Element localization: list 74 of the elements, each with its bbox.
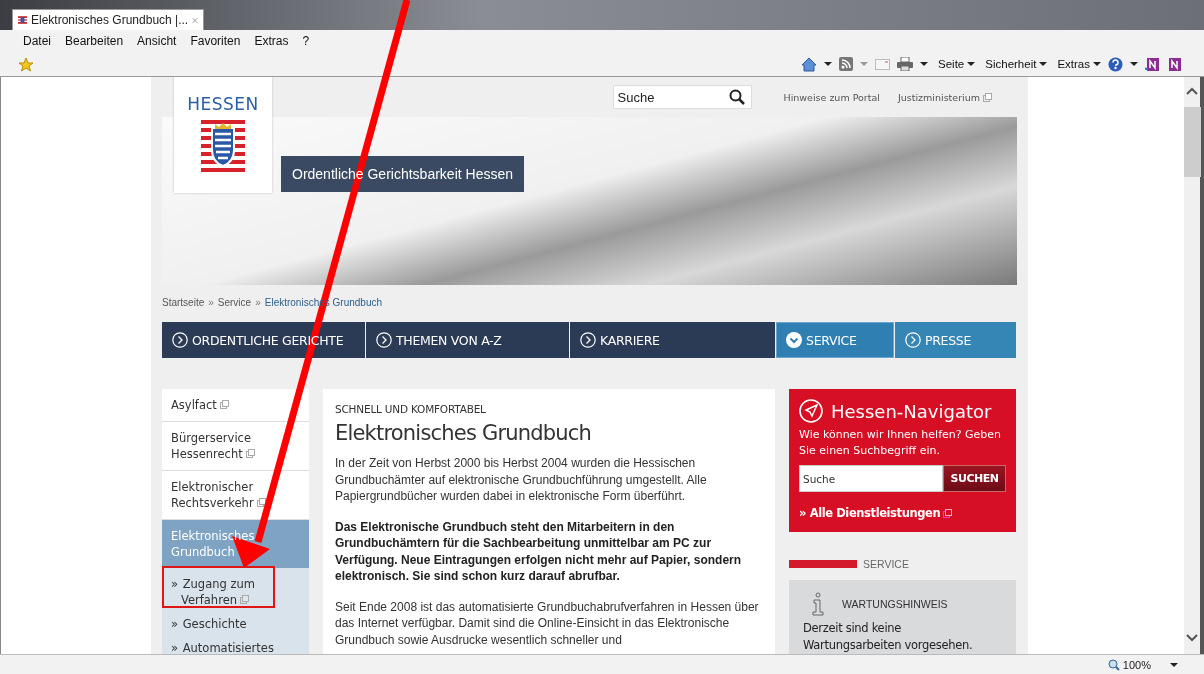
nav-tab[interactable]: PRESSE (895, 322, 1016, 358)
zoom-level[interactable]: 100% (1122, 658, 1151, 671)
navigator-title: Hessen-Navigator (831, 400, 992, 422)
external-link-icon (240, 595, 249, 604)
favorites-star-icon[interactable] (18, 56, 34, 72)
submenu-item[interactable]: » Geschichte (162, 612, 309, 636)
breadcrumb-separator: » (255, 297, 261, 310)
caret-icon[interactable] (1170, 662, 1178, 667)
services-link[interactable]: » Alle Dienstleistungen (799, 506, 941, 520)
menu-item[interactable]: ? (302, 34, 310, 48)
caret-icon[interactable] (920, 62, 929, 66)
info-icon (811, 592, 825, 616)
submenu-item[interactable]: » Zugang zum Verfahren (162, 572, 309, 612)
chevron-right-icon (172, 332, 188, 348)
notice-text: Derzeit sind keine Wartungsarbeiten vorgesehen. (803, 620, 974, 654)
notice-title: WARTUNGSHINWEIS (842, 598, 948, 610)
header-link[interactable]: Justizministerium (897, 91, 992, 103)
sidebar-item[interactable]: Asylfact (162, 389, 309, 422)
header-link[interactable]: Hinweise zum Portal (783, 91, 880, 103)
caret-icon[interactable] (1130, 62, 1138, 66)
flag-icon (18, 14, 27, 26)
breadcrumb-link[interactable]: Startseite (162, 297, 205, 311)
nav-tab[interactable]: KARRIERE (570, 322, 775, 358)
section-marker (789, 560, 857, 568)
print-icon[interactable] (897, 57, 914, 71)
chevron-right-icon (376, 332, 392, 348)
sidebar-item[interactable]: Bürgerservice Hessenrecht (162, 422, 309, 471)
zoom-icon[interactable] (1107, 658, 1120, 671)
navigator-text: Wie können wir Ihnen helfen? Geben Sie einen Suchbegriff ein. (799, 427, 1003, 459)
article-title: Elektronisches Grundbuch (335, 421, 593, 445)
search-button[interactable]: SUCHEN (943, 465, 1006, 492)
breadcrumb-link[interactable]: Service (217, 297, 252, 311)
menu-item[interactable]: Datei (23, 34, 51, 48)
toolbar-menu[interactable]: Extras (1057, 58, 1101, 70)
toolbar-menu[interactable]: Seite (938, 58, 976, 70)
feed-icon[interactable] (839, 57, 854, 71)
scrollbar[interactable] (1184, 77, 1204, 654)
nav-tab[interactable]: THEMEN VON A-Z (366, 322, 569, 358)
chevron-right-icon (905, 332, 921, 348)
scroll-up-icon[interactable] (1186, 87, 1198, 95)
external-link-icon (943, 508, 953, 518)
paragraph: In der Zeit von Herbst 2000 bis Herbst 2004 wurden die Hessischen Grundbuchämter auf elektronische Grundbuchführung umgestellt. Alle Papiergrundbücher wurden dabei in elektronische Form überführt. (335, 455, 708, 505)
scroll-down-icon[interactable] (1186, 634, 1198, 642)
notebook-icon[interactable] (1145, 56, 1160, 72)
help-icon[interactable] (1108, 56, 1123, 72)
external-link-icon (256, 498, 266, 507)
menu-item[interactable]: Ansicht (137, 34, 177, 48)
chevron-down-icon (786, 332, 802, 348)
external-link-icon (983, 92, 992, 102)
logo-text: HESSEN (187, 94, 259, 114)
paragraph: Das Elektronische Grundbuch steht den Mitarbeitern in den Grundbuchämtern für die Sachbearbeitung unmittelbar am PC zur Verfügung. Neue Eintragungen erfolgen nicht mehr auf Papier, sondern elektronisch. Sie sind schon kurz darauf abrufbar. (335, 518, 743, 585)
search-field[interactable]: Suche (799, 465, 943, 492)
tab-title: Elektronisches Grundbuch |... (31, 13, 189, 27)
sidebar-item[interactable]: Elektronischer Rechtsverkehr (162, 471, 309, 520)
menu-item[interactable]: Favoriten (190, 34, 241, 48)
menu-item[interactable]: Bearbeiten (65, 34, 124, 48)
paragraph: Seit Ende 2008 ist das automatisierte Grundbuchabrufverfahren in Hessen über das Internet verfügbar. Damit sind die Online-Einsicht in das Elektronische Grundbuch sowie Ausdrucke wesentlich schneller und (335, 598, 760, 648)
breadcrumb-separator: » (208, 297, 214, 310)
browser-tab[interactable]: Elektronisches Grundbuch |... (12, 9, 204, 30)
notebook-icon[interactable] (1167, 56, 1182, 72)
home-icon[interactable] (801, 56, 818, 72)
hessen-logo[interactable]: HESSEN (174, 77, 272, 193)
external-link-icon (245, 449, 255, 458)
submenu-item[interactable]: » Automatisiertes (162, 636, 309, 654)
caret-icon[interactable] (824, 62, 833, 66)
external-link-icon (219, 400, 229, 409)
chevron-right-icon (580, 332, 596, 348)
article-kicker: SCHNELL UND KOMFORTABEL (335, 403, 487, 415)
search-icon[interactable] (728, 89, 745, 105)
menu-item[interactable]: Extras (254, 34, 289, 48)
section-heading: SERVICE (863, 558, 909, 570)
nav-tab[interactable]: SERVICE (776, 322, 894, 358)
search-field[interactable]: Suche (612, 85, 752, 109)
toolbar-menu[interactable]: Sicherheit (985, 58, 1048, 70)
